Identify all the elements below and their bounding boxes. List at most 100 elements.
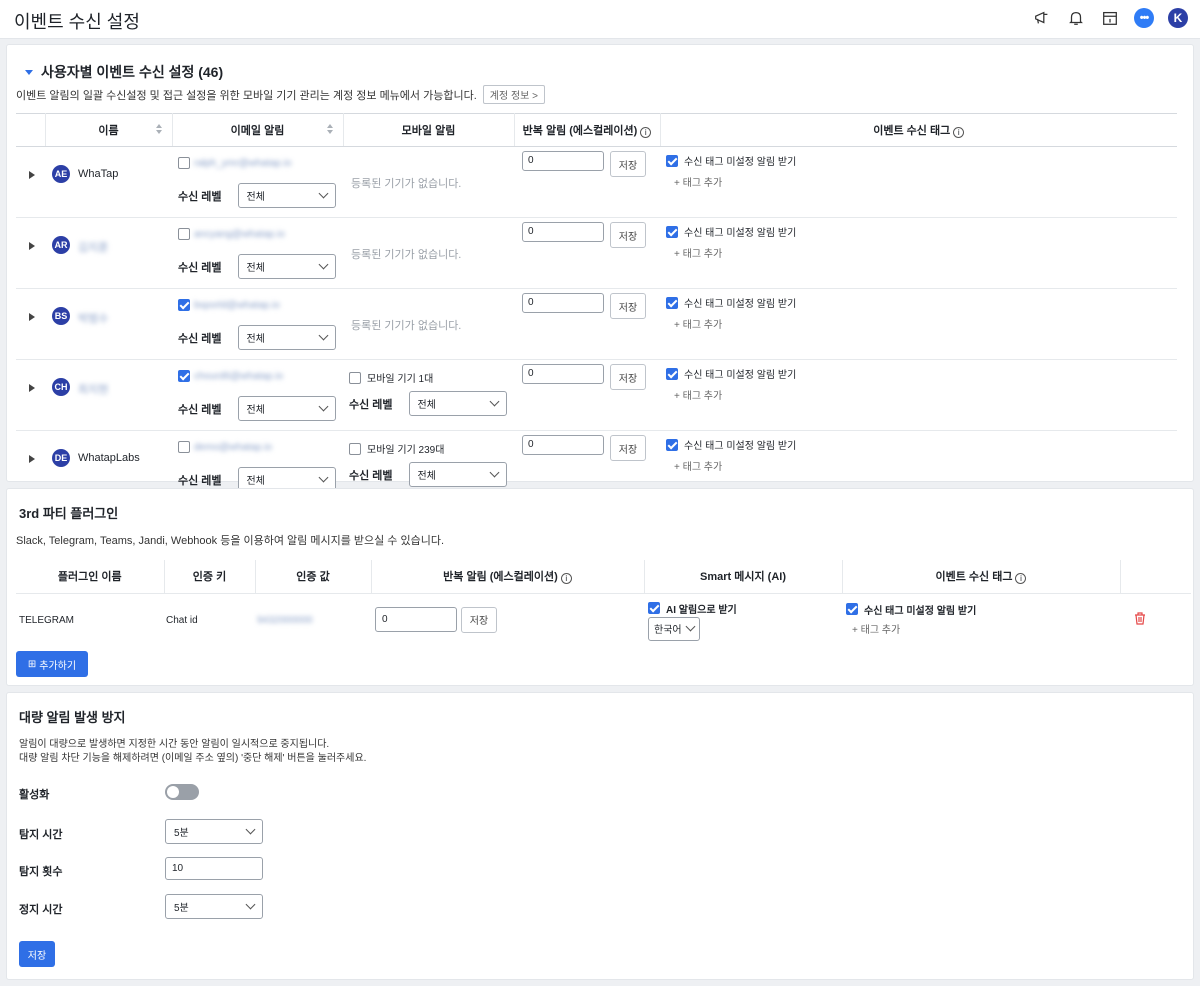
expand-row-icon[interactable] <box>29 242 35 250</box>
account-info-link[interactable]: 계정 정보 > <box>482 85 545 104</box>
add-tag-link[interactable]: + 태그 추가 <box>674 387 722 402</box>
email-checkbox[interactable] <box>178 157 190 169</box>
detect-count-input[interactable]: 10 <box>165 857 263 880</box>
ai-checkbox[interactable] <box>648 602 660 614</box>
avatar: AE <box>52 165 70 183</box>
plugin-tag-option[interactable]: 수신 태그 미설정 알림 받기 <box>846 602 976 617</box>
stop-time-select[interactable]: 5분 <box>165 894 263 919</box>
repeat-save-button[interactable]: 저장 <box>610 293 646 319</box>
expand-row-icon[interactable] <box>29 384 35 392</box>
mobile-checkbox[interactable] <box>349 371 361 384</box>
mobile-option[interactable]: 모바일 기기 239대 <box>349 441 444 456</box>
email-level-select[interactable]: 전체 <box>237 396 336 421</box>
tag-checkbox[interactable] <box>666 225 678 238</box>
email-level-label: 수신 레벨 <box>178 332 222 345</box>
tag-option[interactable]: 수신 태그 미설정 알림 받기 <box>666 437 796 452</box>
mobile-level-select[interactable]: 전체 <box>408 462 507 487</box>
chat-icon[interactable]: ••• <box>1134 8 1154 28</box>
add-tag-link[interactable]: + 태그 추가 <box>674 245 722 260</box>
email-option[interactable]: ancyang@whatap.io <box>178 228 285 240</box>
add-tag-link[interactable]: + 태그 추가 <box>674 458 722 473</box>
repeat-input[interactable]: 0 <box>522 151 604 171</box>
no-device-text: 등록된 기기가 없습니다. <box>351 178 462 190</box>
flood-save-button[interactable]: 저장 <box>19 941 55 967</box>
tag-checkbox[interactable] <box>666 296 678 309</box>
plugin-add-tag[interactable]: + 태그 추가 <box>852 621 900 636</box>
tag-checkbox[interactable] <box>666 154 678 167</box>
email-level-value: 전체 <box>246 192 265 203</box>
language-select[interactable]: 한국어 <box>648 616 700 641</box>
tag-option[interactable]: 수신 태그 미설정 알림 받기 <box>666 224 796 239</box>
tag-checkbox[interactable] <box>666 438 678 451</box>
calendar-icon[interactable] <box>1100 8 1120 28</box>
repeat-save-button[interactable]: 저장 <box>610 222 646 248</box>
avatar: CH <box>52 378 70 396</box>
mobile-device-label: 모바일 기기 1대 <box>367 374 434 385</box>
email-checkbox[interactable] <box>178 228 190 240</box>
mobile-level-select[interactable]: 전체 <box>408 391 507 416</box>
tag-option[interactable]: 수신 태그 미설정 알림 받기 <box>666 366 796 381</box>
email-option[interactable]: ralph_ymr@whatap.io <box>178 157 291 169</box>
avatar: DE <box>52 449 70 467</box>
repeat-group: 0 저장 <box>522 151 646 177</box>
mobile-level-value: 전체 <box>417 400 436 411</box>
ai-option[interactable]: AI 알림으로 받기 <box>648 601 737 616</box>
plugin-repeat-input[interactable]: 0 <box>375 606 457 632</box>
col-repeat: 반복 알림 (에스컬레이션) i <box>514 113 661 147</box>
tag-option[interactable]: 수신 태그 미설정 알림 받기 <box>666 153 796 168</box>
email-checkbox[interactable] <box>178 370 190 382</box>
email-checkbox[interactable] <box>178 441 190 453</box>
add-tag-link[interactable]: + 태그 추가 <box>674 174 722 189</box>
email-option[interactable]: demo@whatap.io <box>178 441 272 453</box>
sort-icon[interactable] <box>156 124 164 134</box>
bell-icon[interactable] <box>1066 8 1086 28</box>
chevron-down-icon <box>245 824 256 835</box>
info-icon[interactable]: i <box>640 127 652 138</box>
plugin-tag-checkbox[interactable] <box>846 603 858 615</box>
repeat-input[interactable]: 0 <box>522 364 604 384</box>
email-level-label: 수신 레벨 <box>178 190 222 203</box>
info-icon[interactable]: i <box>953 127 965 138</box>
email-level-select[interactable]: 전체 <box>237 183 336 208</box>
repeat-save-button[interactable]: 저장 <box>610 151 646 177</box>
add-plugin-button[interactable]: ⊞ 추가하기 <box>16 651 88 677</box>
active-toggle[interactable] <box>165 784 199 800</box>
info-icon[interactable]: i <box>1015 573 1027 585</box>
repeat-input[interactable]: 0 <box>522 435 604 455</box>
expand-row-icon[interactable] <box>29 313 35 321</box>
sort-icon[interactable] <box>327 124 335 134</box>
add-tag-link[interactable]: + 태그 추가 <box>674 316 722 331</box>
email-level: 수신 레벨 전체 <box>178 254 336 279</box>
user-avatar[interactable]: K <box>1168 8 1188 28</box>
col-name[interactable]: 이름 <box>45 113 173 147</box>
user-row: AR 김지훈 ancyang@whatap.io 수신 레벨 전체 등록된 기기가… <box>16 217 1177 289</box>
info-icon[interactable]: i <box>560 573 572 585</box>
repeat-input[interactable]: 0 <box>522 222 604 242</box>
email-checkbox[interactable] <box>178 299 190 311</box>
tag-checkbox[interactable] <box>666 367 678 380</box>
email-option[interactable]: chourd6@whatap.io <box>178 370 283 382</box>
col-email[interactable]: 이메일 알림 <box>172 113 344 147</box>
megaphone-icon[interactable] <box>1032 8 1052 28</box>
email-option[interactable]: bsporld@whatap.io <box>178 299 280 311</box>
collapse-triangle-icon[interactable] <box>25 69 33 75</box>
col-auth-key: 인증 키 <box>164 560 256 594</box>
tag-checkbox-label: 수신 태그 미설정 알림 받기 <box>684 228 797 239</box>
detect-time-select[interactable]: 5분 <box>165 819 263 844</box>
expand-row-icon[interactable] <box>29 171 35 179</box>
section-title[interactable]: 사용자별 이벤트 수신 설정 (46) <box>25 62 223 82</box>
repeat-input[interactable]: 0 <box>522 293 604 313</box>
email-level-select[interactable]: 전체 <box>237 254 336 279</box>
no-device-text: 등록된 기기가 없습니다. <box>351 249 462 261</box>
expand-row-icon[interactable] <box>29 455 35 463</box>
repeat-save-button[interactable]: 저장 <box>610 364 646 390</box>
email-level-select[interactable]: 전체 <box>237 325 336 350</box>
tag-option[interactable]: 수신 태그 미설정 알림 받기 <box>666 295 796 310</box>
repeat-save-button[interactable]: 저장 <box>610 435 646 461</box>
plugin-name: TELEGRAM <box>19 614 75 626</box>
mobile-checkbox[interactable] <box>349 442 361 455</box>
trash-icon[interactable] <box>1134 611 1146 628</box>
mobile-option[interactable]: 모바일 기기 1대 <box>349 370 433 385</box>
plugin-save-button[interactable]: 저장 <box>461 606 497 633</box>
user-event-section: 사용자별 이벤트 수신 설정 (46) 이벤트 알림의 일괄 수신설정 및 접근… <box>6 44 1194 502</box>
